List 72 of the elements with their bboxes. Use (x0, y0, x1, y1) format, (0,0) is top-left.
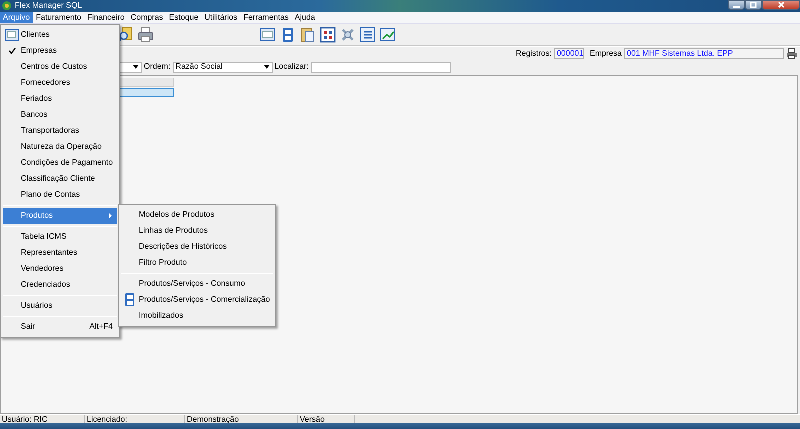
empresa-label: Empresa (590, 48, 622, 60)
form-icon (125, 293, 135, 307)
dropdown-arrow-icon (133, 65, 139, 69)
menu-item[interactable]: Tabela ICMS (3, 229, 117, 245)
localizar-label: Localizar: (274, 61, 309, 73)
menu-item[interactable]: Clientes (3, 27, 117, 43)
toolbar-button[interactable] (280, 26, 296, 42)
app-logo-icon (2, 1, 12, 11)
menu-item[interactable]: Imobilizados (121, 308, 273, 324)
close-button[interactable] (762, 0, 800, 10)
chart-icon (380, 26, 396, 42)
dropdown-field[interactable] (118, 62, 142, 72)
menu-item[interactable]: Produtos/Serviços - Consumo (121, 276, 273, 292)
registros-value: 000001 (554, 48, 584, 59)
close-icon (778, 2, 784, 8)
menu-item[interactable]: Bancos (3, 107, 117, 123)
checkmark-icon (8, 48, 16, 54)
window-icon (260, 26, 276, 42)
menu-item[interactable]: Produtos/Serviços - Comercialização (121, 292, 273, 308)
menu-item[interactable]: Vendedores (3, 261, 117, 277)
menu-item[interactable]: Utilitários (202, 12, 241, 23)
search-field[interactable] (310, 62, 451, 72)
menu-item[interactable]: Faturamento (33, 12, 84, 23)
submenu-arrow-icon (109, 213, 112, 219)
menu-item[interactable]: Modelos de Produtos (121, 207, 273, 223)
menu-item[interactable]: Classificação Cliente (3, 171, 117, 187)
menu-item[interactable]: Financeiro (84, 12, 128, 23)
menu-item[interactable]: Natureza da Operação (3, 139, 117, 155)
printer-icon (138, 26, 154, 42)
toolbar-button[interactable] (138, 26, 154, 42)
grid-icon (320, 26, 336, 42)
empresa-value: 001 MHF Sistemas Ltda. EPP (624, 48, 784, 59)
form-icon (280, 26, 296, 42)
menu-item[interactable]: Ferramentas (240, 12, 292, 23)
menu-item[interactable]: Compras (128, 12, 166, 23)
ordem-dropdown[interactable]: Razão Social (172, 62, 273, 72)
menu-item[interactable]: Descrições de Históricos (121, 239, 273, 255)
window-title: Flex Manager SQL (15, 1, 82, 11)
menu-item[interactable]: Arquivo (0, 12, 34, 23)
toolbar-button[interactable] (260, 26, 276, 42)
ordem-label: Ordem: (144, 61, 171, 73)
menu-item[interactable]: Plano de Contas (3, 187, 117, 203)
dropdown-arrow-icon (264, 65, 270, 69)
maximize-button[interactable] (745, 0, 762, 10)
menu-item[interactable]: Transportadoras (3, 123, 117, 139)
menu-item[interactable]: Usuários (3, 298, 117, 314)
menu-item[interactable]: Ajuda (292, 12, 318, 23)
list-icon (360, 26, 376, 42)
menu-item[interactable]: Empresas (3, 43, 117, 59)
selected-row (118, 88, 174, 97)
toolbar-button[interactable] (300, 26, 316, 42)
menu-item[interactable]: Representantes (3, 245, 117, 261)
menu-item[interactable]: Condições de Pagamento (3, 155, 117, 171)
registros-label: Registros: (516, 48, 552, 60)
shortcut-label: Alt+F4 (90, 321, 114, 333)
minimize-button[interactable] (728, 0, 745, 10)
menu-item[interactable]: Estoque (166, 12, 202, 23)
menu-item[interactable]: Produtos (3, 208, 117, 224)
window-icon (5, 29, 19, 41)
menu-item[interactable]: Credenciados (3, 277, 117, 293)
menu-item[interactable]: Filtro Produto (121, 255, 273, 271)
toolbar-button[interactable] (360, 26, 376, 42)
menu-item[interactable]: Feriados (3, 91, 117, 107)
toolbar-button[interactable] (320, 26, 336, 42)
clipboard-icon (300, 26, 316, 42)
menu-item[interactable]: Centros de Custos (3, 59, 117, 75)
restore-icon (750, 2, 757, 8)
menu-item[interactable]: Sair Alt+F4 (3, 319, 117, 335)
toolbar-button[interactable] (380, 26, 396, 42)
menu-item[interactable]: Fornecedores (3, 75, 117, 91)
print-button[interactable] (786, 48, 798, 60)
menu-item[interactable]: Linhas de Produtos (121, 223, 273, 239)
